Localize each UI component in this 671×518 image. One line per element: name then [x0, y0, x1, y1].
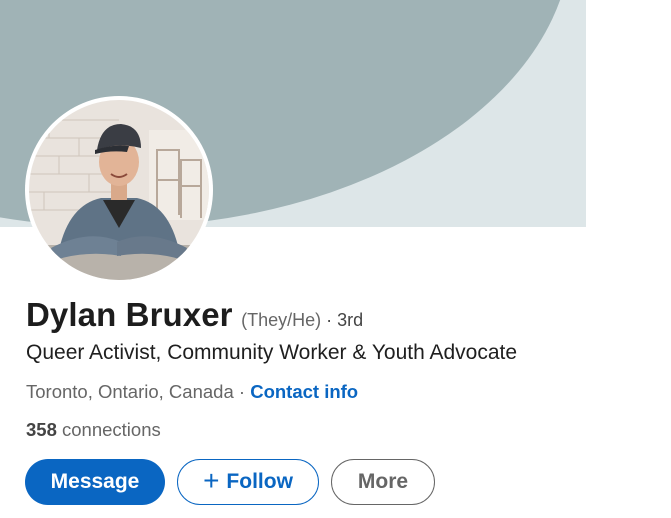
follow-button[interactable]: + Follow	[177, 459, 319, 505]
profile-name: Dylan Bruxer	[26, 296, 233, 333]
contact-info-link[interactable]: Contact info	[250, 381, 358, 402]
profile-card: Dylan Bruxer (They/He) · 3rd Queer Activ…	[0, 0, 671, 518]
profile-actions: Message + Follow More	[25, 459, 435, 505]
connections-number: 358	[26, 419, 57, 440]
message-button[interactable]: Message	[25, 459, 165, 505]
profile-headline: Queer Activist, Community Worker & Youth…	[26, 341, 518, 364]
connection-degree: 3rd	[337, 310, 364, 330]
pronouns: (They/He)	[241, 310, 322, 330]
connections-label: connections	[56, 419, 161, 440]
name-row: Dylan Bruxer (They/He) · 3rd	[26, 296, 363, 334]
avatar-ring	[25, 96, 213, 284]
location: Toronto, Ontario, Canada	[26, 381, 234, 402]
location-row: Toronto, Ontario, Canada · Contact info	[26, 381, 358, 403]
avatar[interactable]	[29, 100, 209, 280]
plus-icon: +	[203, 465, 220, 496]
page-margin	[586, 0, 671, 518]
connections-count[interactable]: 358 connections	[26, 419, 161, 441]
location-separator: ·	[233, 381, 251, 402]
more-button[interactable]: More	[331, 459, 435, 505]
degree-separator: ·	[321, 310, 338, 330]
follow-label: Follow	[226, 470, 293, 493]
